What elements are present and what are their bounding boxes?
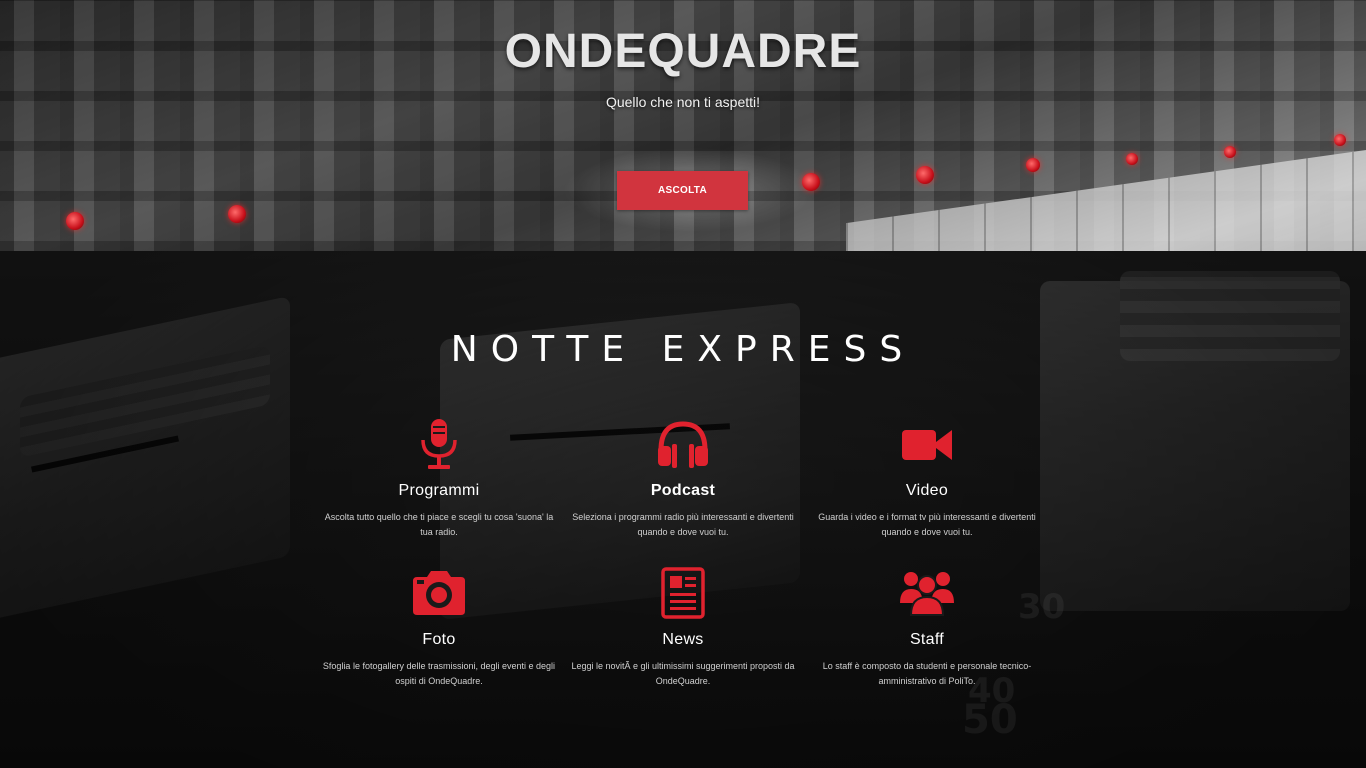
led-light [1224,146,1236,158]
features-section: 30 40 50 NOTTE EXPRESS Programmi Ascolta… [0,251,1366,768]
section-title: NOTTE EXPRESS [450,329,916,370]
newspaper-icon [563,567,803,623]
feature-description: Seleziona i programmi radio più interess… [572,512,794,537]
led-light [1126,153,1138,165]
site-title: ONDEQUADRE [504,25,862,78]
feature-title: Video [905,482,949,499]
site-tagline: Quello che non ti aspetti! [605,94,761,110]
feature-title: News [662,631,704,648]
feature-description: Leggi le novitÃ e gli ultimissimi sugger… [571,661,795,686]
feature-staff[interactable]: Staff Lo staff è composto da studenti e … [807,567,1047,689]
led-light [916,166,934,184]
microphone-icon [319,418,559,474]
feature-title: Staff [909,631,945,648]
led-light [1334,134,1346,146]
led-light [802,173,820,191]
camera-icon [319,567,559,623]
led-light [1026,158,1040,172]
hero-banner: ONDEQUADRE Quello che non ti aspetti! AS… [0,0,1366,251]
feature-description: Lo staff è composto da studenti e person… [822,661,1032,686]
group-icon [807,567,1047,623]
headphones-icon [563,418,803,474]
feature-title: Programmi [398,482,480,499]
feature-title: Podcast [650,482,716,499]
led-light [228,205,246,223]
listen-button[interactable]: ASCOLTA [617,171,748,210]
feature-programmi[interactable]: Programmi Ascolta tutto quello che ti pi… [319,418,559,540]
feature-video[interactable]: Video Guarda i video e i format tv più i… [807,418,1047,540]
feature-news[interactable]: News Leggi le novitÃ e gli ultimissimi s… [563,567,803,689]
feature-foto[interactable]: Foto Sfoglia le fotogallery delle trasmi… [319,567,559,689]
video-camera-icon [807,418,1047,474]
feature-title: Foto [422,631,456,648]
feature-description: Ascolta tutto quello che ti piace e sceg… [324,512,554,537]
feature-podcast[interactable]: Podcast Seleziona i programmi radio più … [563,418,803,540]
feature-description: Guarda i video e i format tv più interes… [818,512,1036,537]
led-light [66,212,84,230]
feature-description: Sfoglia le fotogallery delle trasmission… [322,661,556,686]
